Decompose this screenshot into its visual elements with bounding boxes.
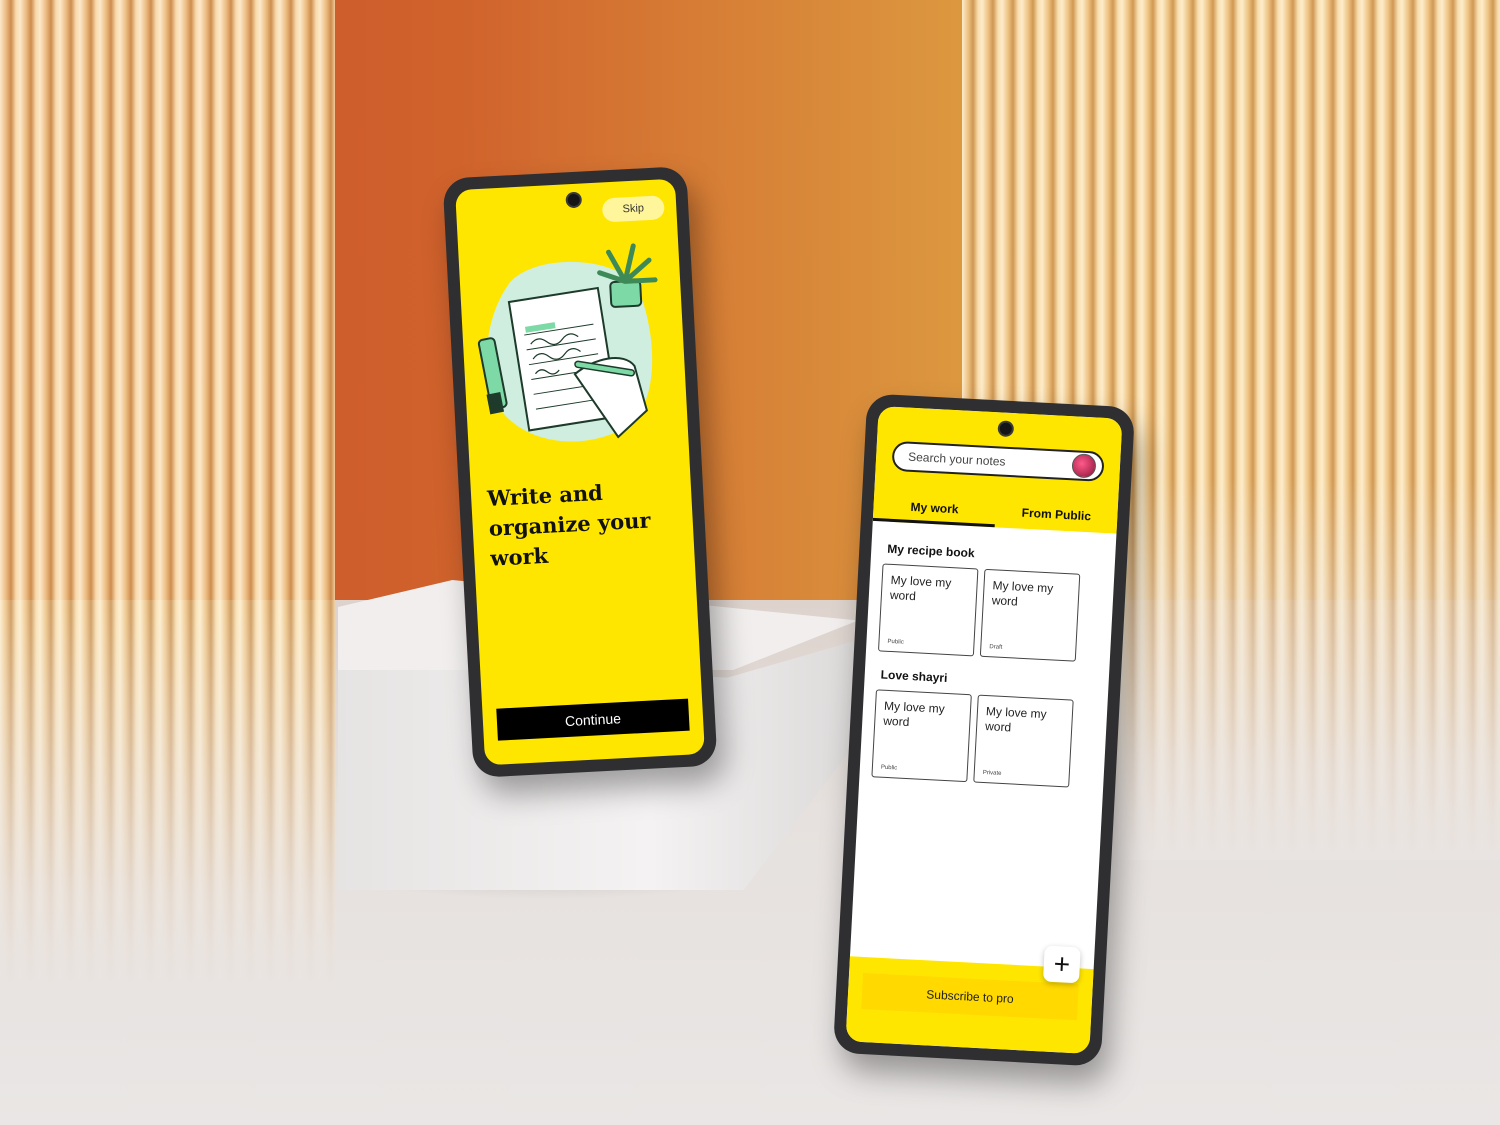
note-card-title: My love my word <box>984 704 1047 735</box>
onboarding-phone: Skip Write and organize your work Contin… <box>442 166 718 778</box>
notes-list: My recipe book My love my word Public My… <box>850 521 1116 969</box>
front-camera <box>997 420 1015 438</box>
note-card[interactable]: My love my word Draft <box>979 568 1081 662</box>
card-row: My love my word Public My love my word P… <box>871 689 1095 788</box>
onboarding-headline: Write and organize your work <box>486 479 652 571</box>
note-card-title: My love my word <box>991 578 1054 609</box>
section-title: Love shayri <box>880 667 948 686</box>
search-bar[interactable] <box>891 440 1105 482</box>
front-camera <box>565 191 583 209</box>
onboarding-screen: Skip Write and organize your work Contin… <box>455 178 705 766</box>
avatar[interactable] <box>1071 453 1097 479</box>
continue-button[interactable]: Continue <box>496 698 690 741</box>
section-title: My recipe book <box>886 541 975 561</box>
plus-icon: + <box>1052 947 1071 980</box>
note-card[interactable]: My love my word Public <box>871 689 972 783</box>
add-note-button[interactable]: + <box>1042 945 1081 984</box>
note-card-tag: Public <box>887 638 904 646</box>
note-card-title: My love my word <box>882 698 946 730</box>
note-card-title: My love my word <box>889 572 952 604</box>
notes-screen: My work From Public My recipe book My lo… <box>845 406 1123 1054</box>
notebook-illustration <box>477 243 658 442</box>
note-card-tag: Draft <box>989 644 1003 651</box>
search-input[interactable] <box>905 448 1073 474</box>
note-card[interactable]: My love my word Public <box>877 563 979 657</box>
notes-phone: My work From Public My recipe book My lo… <box>832 393 1136 1067</box>
glass-curtain-left <box>0 0 335 990</box>
card-row: My love my word Public My love my word D… <box>877 563 1102 662</box>
header: My work From Public <box>872 406 1123 534</box>
note-card-tag: Private <box>982 769 1002 777</box>
note-card-tag: Public <box>880 764 898 772</box>
note-card[interactable]: My love my word Private <box>973 694 1074 788</box>
skip-button[interactable]: Skip <box>601 195 665 223</box>
